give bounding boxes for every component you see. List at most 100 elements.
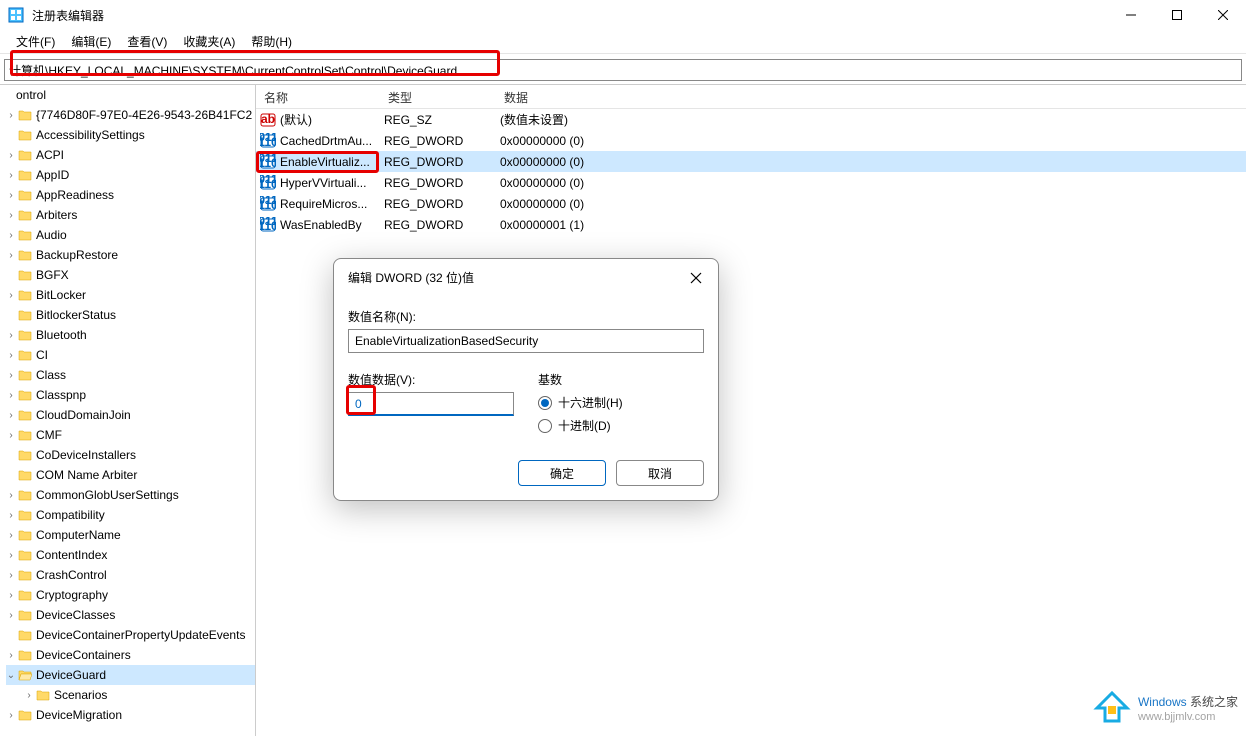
cancel-button[interactable]: 取消 — [616, 460, 704, 486]
value-name-input[interactable] — [348, 329, 704, 353]
tree-item[interactable]: ›Bluetooth — [6, 325, 255, 345]
tree-item-label: Class — [36, 368, 66, 382]
maximize-button[interactable] — [1154, 0, 1200, 30]
tree-item[interactable]: ›ContentIndex — [6, 545, 255, 565]
folder-icon — [18, 229, 32, 241]
radio-hex-indicator — [538, 396, 552, 410]
folder-icon — [18, 589, 32, 601]
folder-icon — [18, 569, 32, 581]
chevron-icon: › — [6, 350, 16, 361]
dialog-close-button[interactable] — [688, 270, 704, 286]
list-row[interactable]: 011110EnableVirtualiz...REG_DWORD0x00000… — [256, 151, 1246, 172]
menu-help[interactable]: 帮助(H) — [243, 31, 300, 52]
folder-icon — [18, 469, 32, 481]
tree-panel[interactable]: ontrol ›{7746D80F-97E0-4E26-9543-26B41FC… — [0, 85, 256, 736]
edit-dword-dialog: 编辑 DWORD (32 位)值 数值名称(N): 数值数据(V): 基数 十六… — [333, 258, 719, 501]
radio-dec-indicator — [538, 419, 552, 433]
folder-icon — [18, 349, 32, 361]
cell-data: 0x00000000 (0) — [500, 197, 1246, 211]
tree-item[interactable]: ›Scenarios — [6, 685, 255, 705]
tree-item-label: CoDeviceInstallers — [36, 448, 136, 462]
tree-item-label: CI — [36, 348, 48, 362]
close-button[interactable] — [1200, 0, 1246, 30]
tree-item[interactable]: ›Arbiters — [6, 205, 255, 225]
menu-file[interactable]: 文件(F) — [8, 31, 63, 52]
tree-item-truncated[interactable]: ontrol — [6, 85, 255, 105]
col-header-data[interactable]: 数据 — [496, 85, 1246, 108]
cell-type: REG_DWORD — [384, 218, 500, 232]
cell-data: 0x00000000 (0) — [500, 134, 1246, 148]
tree-item[interactable]: ›CMF — [6, 425, 255, 445]
tree-item[interactable]: ›{7746D80F-97E0-4E26-9543-26B41FC2 — [6, 105, 255, 125]
window-controls — [1108, 0, 1246, 30]
tree-item[interactable]: ›Classpnp — [6, 385, 255, 405]
value-data-input[interactable] — [348, 392, 514, 416]
tree-item[interactable]: › CI — [6, 345, 255, 365]
tree-item[interactable]: ›AppReadiness — [6, 185, 255, 205]
tree-item-label: BitLocker — [36, 288, 86, 302]
radio-hex[interactable]: 十六进制(H) — [538, 394, 704, 411]
menu-edit[interactable]: 编辑(E) — [63, 31, 119, 52]
tree-item[interactable]: › ComputerName — [6, 525, 255, 545]
chevron-icon: › — [6, 490, 16, 501]
col-header-name[interactable]: 名称 — [256, 85, 380, 108]
tree-item[interactable]: DeviceContainerPropertyUpdateEvents — [6, 625, 255, 645]
tree-item-label: CrashControl — [36, 568, 107, 582]
string-value-icon: ab — [260, 112, 276, 128]
list-row[interactable]: 011110CachedDrtmAu...REG_DWORD0x00000000… — [256, 130, 1246, 151]
folder-icon — [18, 249, 32, 261]
tree-item[interactable]: ›CloudDomainJoin — [6, 405, 255, 425]
menu-view[interactable]: 查看(V) — [119, 31, 175, 52]
tree-item[interactable]: ›Cryptography — [6, 585, 255, 605]
binary-value-icon: 011110 — [260, 154, 276, 170]
list-row[interactable]: 011110HyperVVirtuali...REG_DWORD0x000000… — [256, 172, 1246, 193]
menu-favorites[interactable]: 收藏夹(A) — [175, 31, 243, 52]
chevron-icon: › — [6, 230, 16, 241]
tree-item[interactable]: ›BackupRestore — [6, 245, 255, 265]
tree-item[interactable]: ›CrashControl — [6, 565, 255, 585]
ok-button[interactable]: 确定 — [518, 460, 606, 486]
minimize-button[interactable] — [1108, 0, 1154, 30]
tree-item[interactable]: CoDeviceInstallers — [6, 445, 255, 465]
tree-item[interactable]: BGFX — [6, 265, 255, 285]
tree-item[interactable]: ›Compatibility — [6, 505, 255, 525]
tree-item-label: AppReadiness — [36, 188, 114, 202]
tree-item-label: ComputerName — [36, 528, 121, 542]
cell-type: REG_DWORD — [384, 134, 500, 148]
list-row[interactable]: ab(默认)REG_SZ(数值未设置) — [256, 109, 1246, 130]
tree-item[interactable]: ⌄DeviceGuard — [6, 665, 255, 685]
address-input[interactable] — [4, 59, 1242, 81]
tree-item[interactable]: ›CommonGlobUserSettings — [6, 485, 255, 505]
menubar: 文件(F) 编辑(E) 查看(V) 收藏夹(A) 帮助(H) — [0, 30, 1246, 54]
tree-item[interactable]: ›ACPI — [6, 145, 255, 165]
radio-dec[interactable]: 十进制(D) — [538, 417, 704, 434]
tree-item[interactable]: ›AppID — [6, 165, 255, 185]
chevron-icon: › — [6, 610, 16, 621]
chevron-icon: › — [6, 530, 16, 541]
chevron-icon: › — [6, 390, 16, 401]
binary-value-icon: 011110 — [260, 175, 276, 191]
list-row[interactable]: 011110RequireMicros...REG_DWORD0x0000000… — [256, 193, 1246, 214]
chevron-icon: › — [6, 110, 16, 121]
folder-icon — [18, 609, 32, 621]
svg-text:110: 110 — [260, 219, 276, 233]
tree-item[interactable]: BitlockerStatus — [6, 305, 255, 325]
tree-item[interactable]: ›Class — [6, 365, 255, 385]
tree-item-label: DeviceClasses — [36, 608, 115, 622]
folder-icon — [18, 389, 32, 401]
folder-icon — [18, 709, 32, 721]
tree-item[interactable]: AccessibilitySettings — [6, 125, 255, 145]
tree-item[interactable]: ›DeviceMigration — [6, 705, 255, 725]
tree-item[interactable]: › DeviceClasses — [6, 605, 255, 625]
col-header-type[interactable]: 类型 — [380, 85, 496, 108]
folder-icon — [18, 129, 32, 141]
list-row[interactable]: 011110WasEnabledByREG_DWORD0x00000001 (1… — [256, 214, 1246, 235]
tree-item[interactable]: ›BitLocker — [6, 285, 255, 305]
folder-icon — [18, 149, 32, 161]
tree-item[interactable]: ›Audio — [6, 225, 255, 245]
cell-data: 0x00000000 (0) — [500, 155, 1246, 169]
tree-item-label: COM Name Arbiter — [36, 468, 137, 482]
tree-item[interactable]: ›DeviceContainers — [6, 645, 255, 665]
tree-item[interactable]: COM Name Arbiter — [6, 465, 255, 485]
chevron-icon: › — [6, 650, 16, 661]
